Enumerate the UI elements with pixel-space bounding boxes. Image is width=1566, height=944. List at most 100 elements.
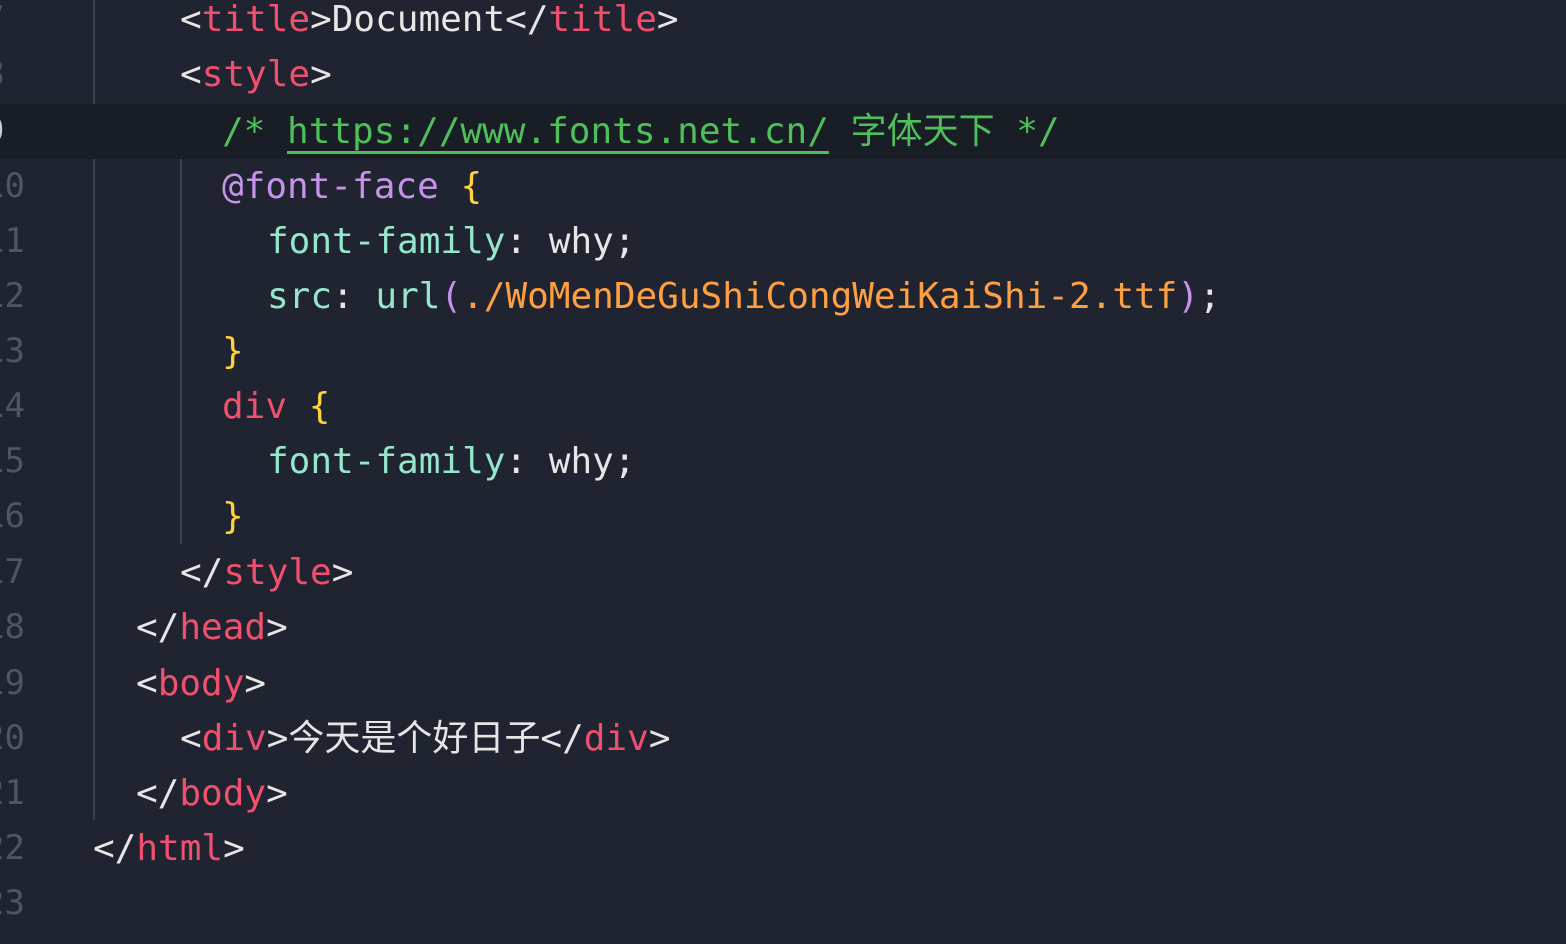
line-number: 11 bbox=[0, 221, 25, 261]
line-number: 8 bbox=[0, 47, 44, 102]
line-content: <div>今天是个好日子</div> bbox=[180, 711, 671, 766]
line-number: 13 bbox=[0, 331, 25, 371]
token-tag: head bbox=[179, 607, 267, 648]
line-content: <title>Document</title> bbox=[180, 0, 679, 47]
line-content: <body> bbox=[136, 656, 266, 711]
token-punctuation: > bbox=[266, 607, 288, 648]
token-property: src bbox=[267, 276, 333, 317]
token-punctuation: : bbox=[505, 221, 549, 262]
code-line[interactable]: 20 <div>今天是个好日子</div> bbox=[0, 711, 1566, 766]
token-punctuation: ; bbox=[613, 441, 636, 482]
code-line[interactable]: 13 } bbox=[0, 324, 1566, 379]
token-brace: } bbox=[222, 496, 244, 537]
token-tag: body bbox=[179, 773, 267, 814]
line-content: } bbox=[222, 489, 244, 544]
token-comment: /* bbox=[222, 111, 288, 152]
token-punctuation: </ bbox=[505, 0, 549, 40]
token-function: url bbox=[375, 276, 441, 317]
token-value: why bbox=[548, 221, 614, 262]
token-property: font-family bbox=[267, 441, 506, 482]
token-tag: div bbox=[201, 718, 267, 759]
token-brace: { bbox=[460, 166, 483, 207]
token-punctuation: </ bbox=[93, 828, 137, 869]
token-punctuation: > bbox=[648, 718, 671, 759]
code-line[interactable]: 7 <title>Document</title> bbox=[0, 0, 1566, 47]
token-punctuation: </ bbox=[136, 607, 180, 648]
token-punctuation: > bbox=[266, 773, 288, 814]
line-content: </style> bbox=[180, 545, 353, 600]
code-line[interactable]: 18 </head> bbox=[0, 600, 1566, 655]
code-line[interactable]: 21 </body> bbox=[0, 766, 1566, 821]
comment-link[interactable]: https://www.fonts.net.cn/ bbox=[287, 111, 829, 152]
line-number: 14 bbox=[0, 386, 25, 426]
line-number: 23 bbox=[0, 883, 25, 923]
code-line[interactable]: 19 <body> bbox=[0, 656, 1566, 711]
token-tag: html bbox=[136, 828, 224, 869]
token-property: font-family bbox=[267, 221, 506, 262]
code-line[interactable]: 8 <style> bbox=[0, 47, 1566, 102]
token-brace: } bbox=[222, 331, 244, 372]
token-text: 今天是个好日子 bbox=[288, 718, 541, 759]
token-punctuation: </ bbox=[136, 773, 180, 814]
line-content: } bbox=[222, 324, 244, 379]
code-line[interactable]: 11 font-family: why; bbox=[0, 214, 1566, 269]
token-at-rule: @font-face bbox=[222, 166, 439, 207]
token-punctuation: : bbox=[332, 276, 376, 317]
token-punctuation: : bbox=[505, 441, 549, 482]
code-line[interactable]: 16 } bbox=[0, 489, 1566, 544]
code-line[interactable]: 15 font-family: why; bbox=[0, 434, 1566, 489]
line-content: </html> bbox=[93, 821, 245, 876]
line-number: 22 bbox=[0, 828, 25, 868]
token-punctuation: > bbox=[244, 663, 267, 704]
token-punctuation: > bbox=[223, 828, 245, 869]
line-content: font-family: why; bbox=[267, 214, 636, 269]
token-tag: title bbox=[201, 0, 311, 40]
token-punctuation: > bbox=[310, 0, 332, 40]
code-editor[interactable]: 7 <title>Document</title> 8 <style> 9 /*… bbox=[0, 0, 1566, 944]
line-number: 7 bbox=[0, 0, 44, 47]
token-punctuation: < bbox=[180, 0, 202, 40]
line-number: 12 bbox=[0, 276, 25, 316]
line-number: 9 bbox=[0, 104, 44, 159]
token-tag: title bbox=[548, 0, 657, 40]
token-punctuation: < bbox=[180, 718, 202, 759]
line-content: /* https://www.fonts.net.cn/ 字体天下 */ bbox=[222, 104, 1060, 159]
token-punctuation: > bbox=[266, 718, 289, 759]
token-tag: style bbox=[223, 552, 332, 593]
token-punctuation: </ bbox=[180, 552, 224, 593]
token-paren: ( bbox=[440, 276, 463, 317]
code-line[interactable]: 22 </html> bbox=[0, 821, 1566, 876]
token-punctuation: > bbox=[310, 54, 332, 95]
line-content: font-family: why; bbox=[267, 434, 636, 489]
token-tag: body bbox=[157, 663, 245, 704]
code-line-current[interactable]: 9 /* https://www.fonts.net.cn/ 字体天下 */ bbox=[0, 104, 1566, 159]
line-number: 18 bbox=[0, 607, 25, 647]
line-content: @font-face { bbox=[222, 159, 482, 214]
token-punctuation: < bbox=[136, 663, 158, 704]
code-line[interactable]: 10 @font-face { bbox=[0, 159, 1566, 214]
token-punctuation: > bbox=[331, 552, 354, 593]
token-tag: div bbox=[583, 718, 649, 759]
code-line[interactable]: 12 src: url(./WoMenDeGuShiCongWeiKaiShi-… bbox=[0, 269, 1566, 324]
token-punctuation: > bbox=[656, 0, 679, 40]
code-line[interactable]: 17 </style> bbox=[0, 545, 1566, 600]
line-number: 19 bbox=[0, 663, 25, 703]
token-value: why bbox=[548, 441, 614, 482]
token-text: Document bbox=[331, 0, 506, 40]
line-number: 17 bbox=[0, 552, 25, 592]
token-comment: 字体天下 */ bbox=[828, 111, 1060, 152]
token-brace: { bbox=[308, 386, 331, 427]
line-number: 10 bbox=[0, 166, 25, 206]
line-number: 21 bbox=[0, 773, 25, 813]
line-number: 16 bbox=[0, 496, 25, 536]
token-punctuation: < bbox=[180, 54, 202, 95]
code-line[interactable]: 14 div { bbox=[0, 379, 1566, 434]
code-line[interactable]: 23 bbox=[0, 876, 1566, 931]
line-content: </head> bbox=[136, 600, 288, 655]
token-tag: style bbox=[201, 54, 311, 95]
line-content: </body> bbox=[136, 766, 288, 821]
line-number: 15 bbox=[0, 441, 25, 481]
token-punctuation: ; bbox=[613, 221, 636, 262]
line-content: src: url(./WoMenDeGuShiCongWeiKaiShi-2.t… bbox=[267, 269, 1221, 324]
